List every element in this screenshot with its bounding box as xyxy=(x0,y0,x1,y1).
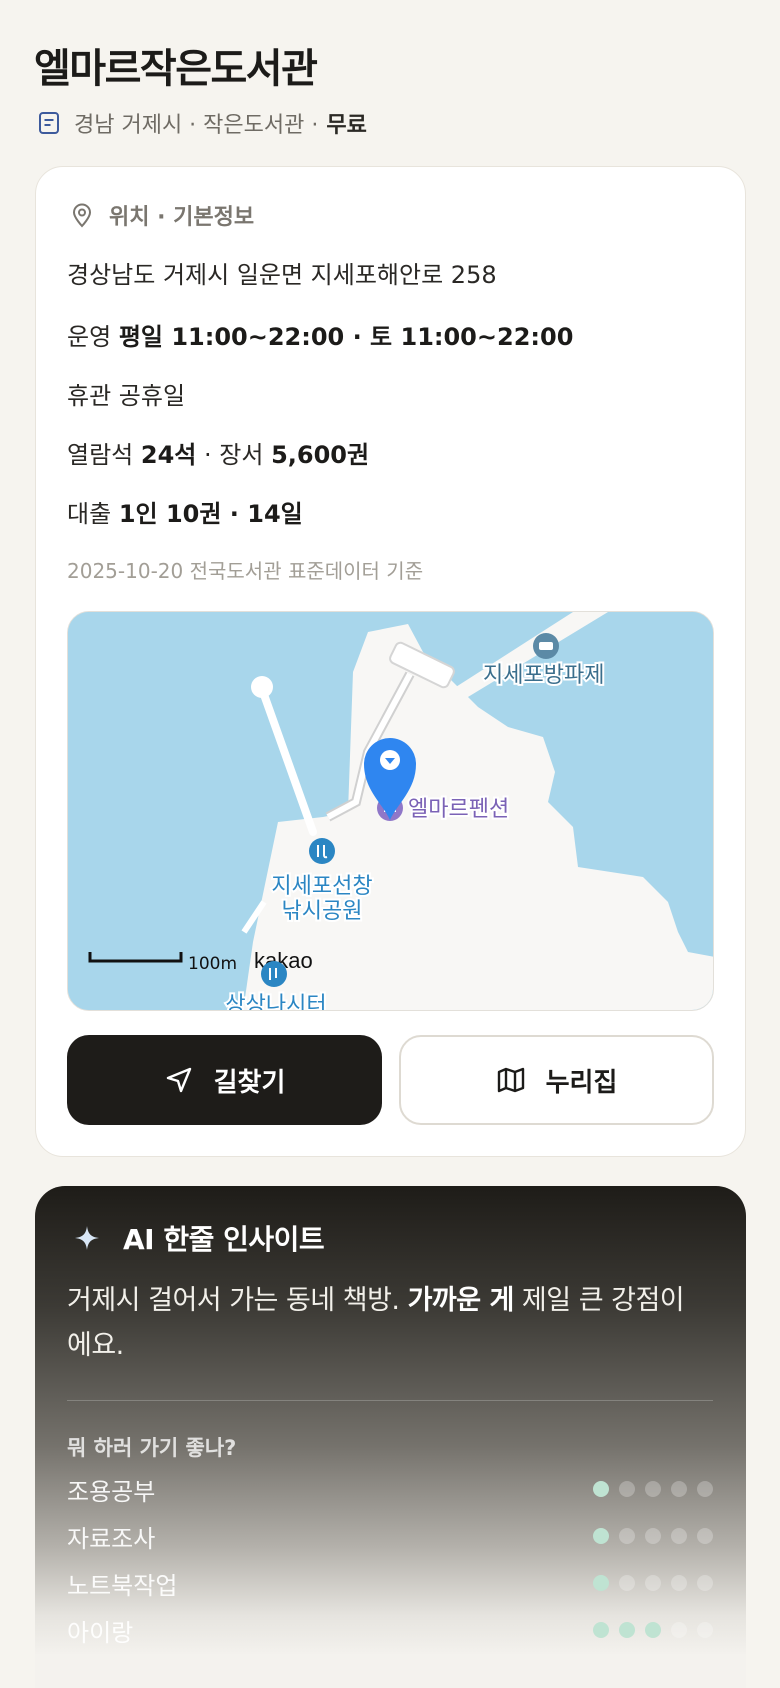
directions-label: 길찾기 xyxy=(213,1067,286,1098)
breakwater-label: 지세포방파제 xyxy=(483,663,604,688)
fee-badge: 무료 xyxy=(326,113,367,138)
rating-dot xyxy=(619,1528,635,1544)
rating-dots xyxy=(593,1575,713,1591)
ferry-poi-icon[interactable] xyxy=(533,633,559,659)
page-title: 엘마르작은도서관 xyxy=(34,46,318,92)
directions-button[interactable]: 길찾기 xyxy=(67,1035,382,1125)
seats-label: 열람석 xyxy=(67,441,134,469)
rating-dot xyxy=(671,1481,687,1497)
activity-rating-row: 자료조사 xyxy=(67,1519,713,1553)
rating-dot xyxy=(593,1622,609,1638)
location-pin-icon xyxy=(69,202,95,228)
activity-rating-row: 조용공부 xyxy=(67,1472,713,1506)
rating-dots xyxy=(593,1481,713,1497)
library-meta: 경남 거제시 · 작은도서관 · 무료 xyxy=(36,106,367,140)
rating-dot xyxy=(593,1481,609,1497)
loan-label: 대출 xyxy=(67,500,112,528)
rating-dots xyxy=(593,1528,713,1544)
park-label-line2: 낚시공원 xyxy=(282,899,363,924)
rating-dot xyxy=(619,1481,635,1497)
data-basis-note: 2025-10-20 전국도서관 표준데이터 기준 xyxy=(67,559,424,583)
rating-dot xyxy=(593,1528,609,1544)
rating-dot xyxy=(619,1622,635,1638)
rating-dot xyxy=(619,1575,635,1591)
bottom-poi-label: 상상나시터 xyxy=(225,993,326,1011)
activity-name: 아이랑 xyxy=(67,1618,134,1647)
opening-hours: 운영 평일 11:00~22:00 · 토 11:00~22:00 xyxy=(67,317,573,352)
section-header: 위치 · 기본정보 xyxy=(69,199,254,231)
park-label-line1: 지세포선창 xyxy=(271,874,372,899)
rating-dot xyxy=(671,1528,687,1544)
activity-name: 노트북작업 xyxy=(67,1571,178,1600)
rating-dot xyxy=(697,1575,713,1591)
rating-dot xyxy=(697,1528,713,1544)
address: 경상남도 거제시 일운면 지세포해안로 258 xyxy=(67,261,497,289)
navigation-arrow-icon xyxy=(164,1065,194,1095)
section-title: 위치 · 기본정보 xyxy=(109,205,255,230)
ai-insight-card: AI 한줄 인사이트 거제시 걸어서 가는 동네 책방. 가까운 게 제일 큰 … xyxy=(35,1186,746,1688)
sparkle-icon xyxy=(73,1224,101,1252)
activity-rating-row: 아이랑 xyxy=(67,1613,713,1647)
ai-insight-header: AI 한줄 인사이트 xyxy=(73,1218,325,1258)
loan-value: 1인 10권 · 14일 xyxy=(118,500,303,528)
website-label: 누리집 xyxy=(545,1067,618,1098)
closed-days: 휴관 공휴일 xyxy=(67,382,186,410)
rating-dots xyxy=(593,1622,713,1638)
rating-dot xyxy=(697,1622,713,1638)
rating-dot xyxy=(645,1622,661,1638)
rating-dot xyxy=(593,1575,609,1591)
activity-question: 뭐 하러 가기 좋나? xyxy=(67,1436,237,1460)
ai-text-start: 거제시 걸어서 가는 동네 책방. xyxy=(67,1285,408,1316)
bottom-poi-icon[interactable] xyxy=(261,961,287,987)
pension-label: 엘마르펜션 xyxy=(408,797,509,822)
map-icon xyxy=(496,1065,526,1095)
hours-label: 운영 xyxy=(67,323,112,351)
fishing-park-poi-icon[interactable] xyxy=(309,838,335,864)
ai-text-highlight: 가까운 게 xyxy=(407,1285,515,1316)
website-button[interactable]: 누리집 xyxy=(399,1035,714,1125)
rating-dot xyxy=(671,1575,687,1591)
rating-dot xyxy=(645,1481,661,1497)
divider xyxy=(67,1400,713,1401)
seats-value: 24석 xyxy=(140,441,197,469)
hours-value: 평일 11:00~22:00 · 토 11:00~22:00 xyxy=(118,323,574,351)
activity-rating-row: 노트북작업 xyxy=(67,1566,713,1600)
region-category: 경남 거제시 · 작은도서관 · xyxy=(74,113,319,138)
loan-policy: 대출 1인 10권 · 14일 xyxy=(67,494,303,529)
rating-dot xyxy=(671,1622,687,1638)
ai-insight-title: AI 한줄 인사이트 xyxy=(123,1223,325,1256)
books-value: 5,600권 xyxy=(271,441,370,469)
location-map[interactable]: 100m kakao 지세포방파제 지세포선창 낚시공원 상상나시터 엘마르펜션 xyxy=(67,611,714,1011)
rating-dot xyxy=(645,1575,661,1591)
seats-and-books: 열람석 24석 · 장서 5,600권 xyxy=(67,435,369,470)
ai-insight-text: 거제시 걸어서 가는 동네 책방. 가까운 게 제일 큰 강점이에요. xyxy=(67,1278,687,1368)
rating-dot xyxy=(645,1528,661,1544)
info-card: 위치 · 기본정보 경상남도 거제시 일운면 지세포해안로 258 운영 평일 … xyxy=(35,166,746,1157)
document-icon xyxy=(36,110,62,136)
activity-name: 조용공부 xyxy=(67,1477,156,1506)
books-label: · 장서 xyxy=(196,441,272,469)
map-scale-label: 100m xyxy=(188,954,237,974)
rating-dot xyxy=(697,1481,713,1497)
activity-name: 자료조사 xyxy=(67,1524,156,1553)
